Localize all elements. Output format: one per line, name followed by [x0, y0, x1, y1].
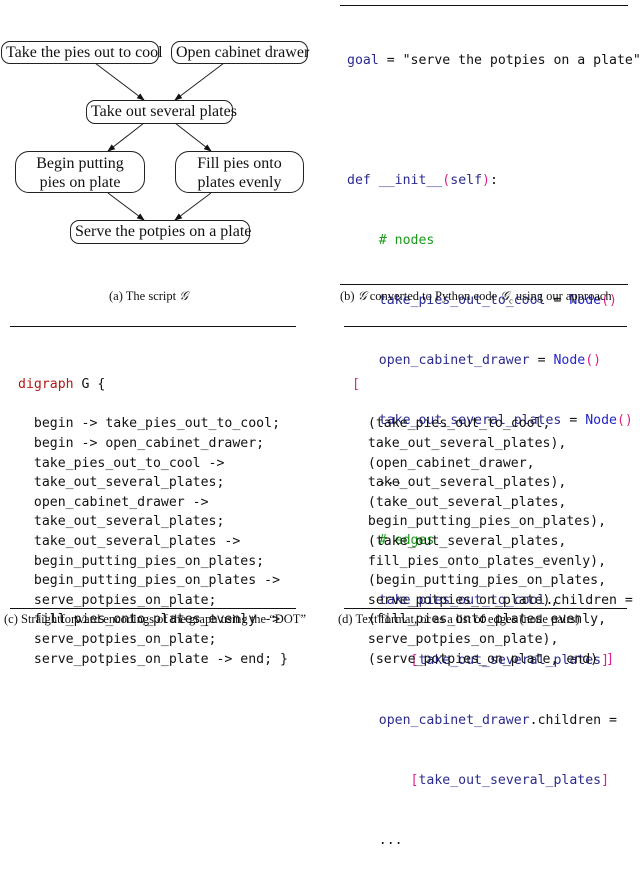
top-rule-c [10, 326, 296, 327]
edge-list-open-bracket: [ [352, 377, 360, 393]
caption-symbol: 𝒢 [179, 289, 189, 303]
caption-text: (a) The script [109, 289, 180, 303]
edge-pair-line: take_out_several_plates), [352, 475, 567, 491]
code-line-edge-2-target: [take_out_several_plates] [410, 773, 610, 788]
edge-pair-line: serve_potpies_on_plate), [352, 631, 559, 647]
edge-pair-line: (take_out_several_plates, [352, 533, 567, 549]
dot-line: begin -> take_pies_out_to_cool; [18, 416, 281, 432]
dot-line: serve_potpies_on_plate -> end; } [18, 651, 288, 667]
caption-b: (b) 𝒢 converted to Python code 𝒢c using … [340, 289, 612, 306]
dot-line: begin_putting_pies_on_plates; [18, 553, 265, 569]
edge-pair-line: take_out_several_plates), [352, 435, 567, 451]
dot-line: begin_putting_pies_on_plates -> [18, 573, 281, 589]
node-label: Open cabinet drawer [176, 44, 310, 61]
dot-line: take_out_several_plates -> [18, 533, 241, 549]
caption-a: (a) The script 𝒢 [109, 289, 188, 304]
node-label-line1: Begin putting [36, 155, 124, 172]
edge-pair-line: begin_putting_pies_on_plates), [352, 514, 607, 530]
edge-pair-line: (take_pies_out_to_cool, [352, 416, 551, 432]
edge-pair-line: fill_pies_onto_plates_evenly), [352, 553, 607, 569]
edge-take-pies-to-plates [94, 62, 145, 101]
edge-fill-pies-to-serve [174, 192, 212, 221]
node-label-line1: Fill pies onto [197, 155, 282, 172]
code-line-goal: goal = "serve the potpies on a plate" [347, 53, 640, 68]
bottom-rule-c [10, 608, 296, 609]
caption-text: converted to Python code [366, 289, 501, 303]
bottom-rule-d [344, 608, 627, 609]
node-label: Take the pies out to cool [6, 44, 163, 61]
dot-line: take_out_several_plates; [18, 475, 225, 491]
script-graph: Take the pies out to cool Open cabinet d… [0, 0, 320, 290]
node-open-cabinet-drawer: Open cabinet drawer [171, 41, 310, 64]
caption-text: using our approach [512, 289, 612, 303]
edge-plates-to-begin-putting [107, 122, 145, 152]
caption-symbol: 𝒢 [357, 289, 367, 303]
caption-d: (d) Text format, or as a list of edges (… [338, 612, 580, 626]
edge-begin-putting-to-serve [107, 192, 145, 221]
top-rule-b [340, 5, 628, 6]
dot-line: serve_potpies_on_plate; [18, 631, 217, 647]
code-ellipsis-end: ... [347, 833, 403, 848]
edge-list-close-bracket: ] [606, 651, 615, 667]
code-line-def: def __init__(self): [347, 173, 498, 188]
edge-cabinet-to-plates [174, 62, 225, 101]
edge-pair-line: (take_out_several_plates, [352, 494, 567, 510]
node-label: Serve the potpies on a plate [75, 223, 252, 240]
node-label: Take out several plates [91, 103, 237, 120]
dot-header: digraph G { [18, 377, 106, 393]
node-label-line2: pies on plate [39, 174, 121, 191]
caption-text: (b) [340, 289, 358, 303]
edge-plates-to-fill-pies [174, 122, 212, 152]
node-take-out-several-plates: Take out several plates [86, 100, 237, 124]
edge-pair-line: (begin_putting_pies_on_plates, [352, 573, 607, 589]
code-line-edge-2: open_cabinet_drawer.children = [347, 713, 617, 728]
dot-line: take_out_several_plates; [18, 514, 225, 530]
dot-line: open_cabinet_drawer -> [18, 494, 209, 510]
edge-pair-line-last: (serve_potpies_on_plate, end) ] [352, 651, 615, 667]
bottom-rule-b [340, 284, 628, 285]
code-comment-nodes: # nodes [347, 233, 435, 248]
dot-line: begin -> open_cabinet_drawer; [18, 435, 265, 451]
node-label-line2: plates evenly [197, 174, 282, 191]
dot-line: take_pies_out_to_cool -> [18, 455, 225, 471]
caption-symbol: 𝒢 [500, 289, 510, 303]
node-serve-potpies: Serve the potpies on a plate [70, 220, 252, 244]
node-take-pies-out-to-cool: Take the pies out to cool [1, 41, 163, 64]
node-fill-pies-onto-plates: Fill pies onto plates evenly [175, 151, 304, 193]
top-rule-d [344, 326, 627, 327]
node-begin-putting-pies: Begin putting pies on plate [15, 151, 145, 193]
caption-c: (c) Straightforward encodings of the gra… [4, 612, 306, 626]
edge-pair-line: (open_cabinet_drawer, [352, 455, 535, 471]
